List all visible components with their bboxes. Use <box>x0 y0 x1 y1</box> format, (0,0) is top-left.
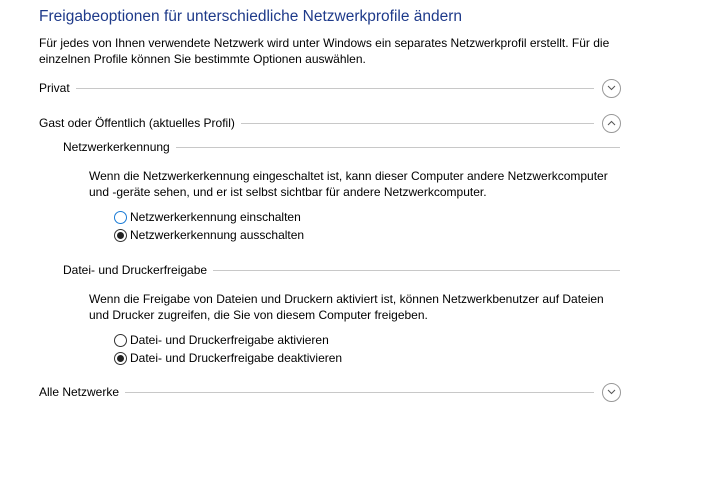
collapse-chevron-up-icon[interactable] <box>602 113 621 133</box>
discovery-heading: Netzwerkerkennung <box>63 140 170 154</box>
discovery-text: Wenn die Netzwerkerkennung eingeschaltet… <box>89 169 608 199</box>
section-private-label: Privat <box>39 81 70 95</box>
expand-chevron-down-icon[interactable] <box>602 382 621 402</box>
divider <box>75 87 594 89</box>
sharing-header: Datei- und Druckerfreigabe <box>63 261 620 279</box>
divider <box>213 269 620 271</box>
radio-circle[interactable] <box>114 210 127 224</box>
radio-label: Netzwerkerkennung einschalten <box>130 210 301 224</box>
section-all-networks[interactable]: Alle Netzwerke <box>39 382 621 402</box>
sharing-text: Wenn die Freigabe von Dateien und Drucke… <box>89 292 604 322</box>
section-all-label: Alle Netzwerke <box>39 385 120 399</box>
radio-discovery-on[interactable]: Netzwerkerkennung einschalten <box>114 209 301 225</box>
section-public-label: Gast oder Öffentlich (aktuelles Profil) <box>39 116 235 130</box>
divider <box>240 122 594 124</box>
page-title: Freigabeoptionen für unterschiedliche Ne… <box>39 8 463 25</box>
radio-sharing-off[interactable]: Datei- und Druckerfreigabe deaktivieren <box>114 350 342 366</box>
radio-circle[interactable] <box>114 333 127 347</box>
divider <box>175 146 620 148</box>
page-description: Für jedes von Ihnen verwendete Netzwerk … <box>39 36 610 66</box>
radio-label: Datei- und Druckerfreigabe aktivieren <box>130 333 329 347</box>
divider <box>125 391 594 393</box>
section-public[interactable]: Gast oder Öffentlich (aktuelles Profil) <box>39 113 621 133</box>
radio-discovery-off[interactable]: Netzwerkerkennung ausschalten <box>114 227 304 243</box>
discovery-header: Netzwerkerkennung <box>63 138 620 156</box>
radio-sharing-on[interactable]: Datei- und Druckerfreigabe aktivieren <box>114 332 329 348</box>
radio-circle[interactable] <box>114 351 127 365</box>
radio-label: Datei- und Druckerfreigabe deaktivieren <box>130 351 343 365</box>
sharing-heading: Datei- und Druckerfreigabe <box>63 263 208 277</box>
expand-chevron-down-icon[interactable] <box>602 78 621 98</box>
section-private[interactable]: Privat <box>39 78 621 98</box>
radio-label: Netzwerkerkennung ausschalten <box>130 228 305 242</box>
radio-circle[interactable] <box>114 228 127 242</box>
